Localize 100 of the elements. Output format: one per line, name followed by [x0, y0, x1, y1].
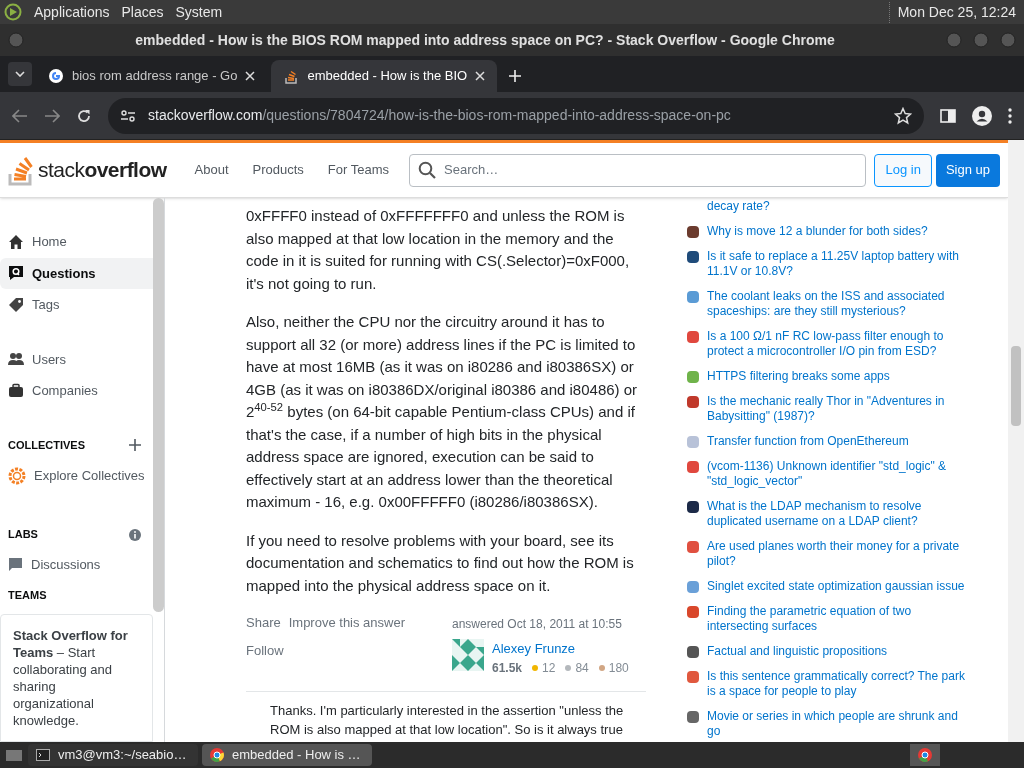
stack-icon: [283, 68, 300, 84]
distro-logo-icon: [4, 3, 22, 21]
terminal-icon: [36, 749, 50, 761]
sidebar-item[interactable]: Tags: [0, 289, 153, 321]
sidebar-item[interactable]: Companies: [0, 375, 153, 407]
window-controls-icon: [946, 32, 1016, 48]
clock: Mon Dec 25, 12:24: [888, 1, 1020, 23]
hot-question-link[interactable]: Finding the parametric equation of two intersecting surfaces: [707, 604, 974, 634]
speech-bubble-icon: [8, 265, 24, 282]
desktop-menu[interactable]: Places: [121, 1, 164, 23]
desktop-menu[interactable]: Applications: [34, 1, 110, 23]
reload-icon: [76, 107, 92, 124]
show-desktop-icon: [4, 747, 24, 763]
hot-question-link[interactable]: HTTPS filtering breaks some apps: [707, 369, 890, 384]
answer-paragraph: 0xFFFF0 instead of 0xFFFFFFF0 and unless the ROM is also mapped at that low location in the memory and the code in it is suited for running with CS(.Selector)=0xF000, it's not going to run.: [246, 206, 631, 294]
hot-question-link[interactable]: (vcom-1136) Unknown identifier "std_logic" & "std_logic_vector": [707, 459, 974, 489]
close-icon: [475, 71, 486, 81]
hot-question-link[interactable]: Factual and linguistic propositions: [707, 644, 888, 659]
sidebar-item[interactable]: Home: [0, 226, 153, 258]
plus-icon: [509, 70, 522, 82]
stack-overflow-logo[interactable]: stackoverflow: [8, 154, 167, 186]
login-button[interactable]: Log in: [874, 153, 932, 187]
hot-question-link[interactable]: Singlet excited state optimization gaussian issue: [707, 579, 965, 594]
hot-question-link[interactable]: Movie or series in which people are shrunk and go: [707, 709, 974, 739]
badge-dot-icon: [565, 664, 572, 671]
hot-question-link[interactable]: Is the mechanic really Thor in "Adventures in Babysitting" (1987)?: [707, 394, 974, 424]
answer-action-link[interactable]: Follow: [246, 640, 452, 660]
answered-date: answered Oct 18, 2011 at 10:55: [452, 616, 623, 633]
search-icon: [418, 161, 436, 179]
page-scrollbar[interactable]: [1008, 140, 1024, 742]
user-name-link[interactable]: Alexey Frunze: [492, 639, 633, 659]
taskbar-item[interactable]: vm3@vm3:~/seabio…: [28, 744, 198, 766]
signup-button[interactable]: Sign up: [935, 153, 1000, 187]
more-icon: [1008, 107, 1012, 124]
teams-promo: Stack Overflow for Teams – Start collaborating and sharing organizational knowledge.: [0, 613, 153, 742]
nav-link[interactable]: Products: [240, 160, 316, 180]
identicon-avatar: [452, 639, 484, 671]
answer-paragraph: Also, neither the CPU nor the circuitry around it has to support all 32 (or more) address lines if the PC is limited to have at most 16MB (as it was on i80286 and i80386SX) or 4GB (as it was on i80386DX/original i80386 and i80486) or 2$^{40-52}$ bytes (on 64-bit capable Pentium-class CPUs) and if that's the case, if a number of high bits in the physical address space are ignored, execution can be said to effectively start at an address lower than the theoretical maximum - 16, e.g. 0x00FFFFF0 (i80286/i80386SX).: [246, 312, 639, 512]
tray-button[interactable]: [910, 744, 940, 766]
briefcase-icon: [8, 383, 24, 400]
sidebar-item[interactable]: Users: [0, 343, 153, 376]
chrome-icon: [918, 748, 932, 762]
plus-icon: [129, 439, 141, 452]
chevron-down-icon: [15, 71, 25, 77]
google-icon: [48, 68, 64, 84]
badge-dot-icon: [532, 664, 539, 671]
close-icon: [245, 71, 256, 81]
nav-link[interactable]: For Teams: [315, 160, 401, 180]
answer-paragraph: If you need to resolve problems with your board, see its documentation and schematics to find out how the ROM is mapped into the physical address space on it.: [246, 530, 635, 596]
section-heading: LABS: [8, 527, 38, 543]
answer-action-link[interactable]: Share: [246, 613, 281, 633]
hot-question-link[interactable]: Are used planes worth their money for a private pilot?: [707, 539, 974, 569]
badge-dot-icon: [598, 664, 605, 671]
collectives-icon: [8, 466, 26, 485]
address-field[interactable]: stackoverflow.com/questions/7804724/how-is-the-bios-rom-mapped-into-address-space-on-pc: [108, 97, 924, 134]
section-heading: TEAMS: [7, 588, 48, 604]
tab-title: embedded - How is the BIO: [307, 67, 468, 86]
sidebar-item[interactable]: Discussions: [0, 545, 153, 584]
hot-question-link[interactable]: Is a 100 Ω/1 nF RC low-pass filter enough to protect a microcontroller I/O pin from ESD?: [707, 329, 974, 359]
tab-title: bios rom address range - Go: [72, 67, 238, 86]
browser-tab[interactable]: embedded - How is the BIO: [271, 60, 498, 92]
section-heading: COLLECTIVES: [8, 438, 85, 454]
hot-question-link[interactable]: What is the LDAP mechanism to resolve duplicated username on a LDAP client?: [707, 499, 974, 529]
url-text: stackoverflow.com/questions/7804724/how-is-the-bios-rom-mapped-into-address-space-on-pc: [148, 106, 731, 125]
badge-count: 84: [575, 659, 589, 677]
sidebar-item[interactable]: Questions: [0, 257, 153, 290]
tab-list-button[interactable]: [8, 62, 32, 86]
hot-question-link[interactable]: Transfer function from OpenEthereum: [707, 434, 909, 449]
tag-icon: [8, 296, 24, 313]
taskbar-item[interactable]: embedded - How is …: [202, 744, 372, 766]
hot-question-link[interactable]: Is this sentence grammatically correct? The park is a space for people to play: [707, 669, 974, 699]
browser-tab[interactable]: bios rom address range - Go: [36, 60, 268, 92]
star-icon: [894, 106, 912, 125]
profile-icon: [972, 105, 992, 126]
logo-text: stackoverflow: [38, 157, 167, 184]
home-icon: [8, 233, 24, 250]
chrome-icon: [210, 748, 224, 762]
badge-count: 12: [542, 659, 556, 677]
sidebar-item[interactable]: Explore Collectives: [0, 457, 153, 495]
desktop-menu[interactable]: System: [175, 1, 223, 23]
hot-question-link[interactable]: Is it safe to replace a 11.25V laptop battery with 11.1V or 10.8V?: [707, 249, 974, 279]
users-icon: [8, 351, 24, 368]
discussion-icon: [8, 556, 23, 572]
back-icon: [12, 108, 28, 123]
sidebar-scrollbar[interactable]: [153, 198, 164, 612]
hot-question-link[interactable]: decay rate?: [707, 199, 770, 214]
window-title: embedded - How is the BIOS ROM mapped into address space on PC? - Stack Overflow - Google Chrome: [134, 30, 836, 50]
comment-text: Thanks. I'm particularly interested in the assertion "unless the ROM is also mapped at that low location". So is it always true: [270, 701, 625, 739]
badge-count: 180: [608, 659, 629, 677]
side-panel-icon: [940, 107, 956, 124]
window-menu-icon: [8, 32, 24, 48]
hot-question-link[interactable]: The coolant leaks on the ISS and associated spaceships: are they still mysterious?: [707, 289, 974, 319]
hot-question-link[interactable]: Why is move 12 a blunder for both sides?: [707, 224, 928, 239]
reputation: 61.5k: [492, 659, 523, 677]
answer-action-link[interactable]: Improve this answer: [288, 613, 406, 633]
site-settings-icon: [120, 108, 136, 123]
forward-icon: [44, 108, 60, 123]
nav-link[interactable]: About: [182, 160, 241, 180]
search-field[interactable]: Search…: [409, 153, 867, 187]
search-input[interactable]: Search…: [444, 160, 858, 180]
